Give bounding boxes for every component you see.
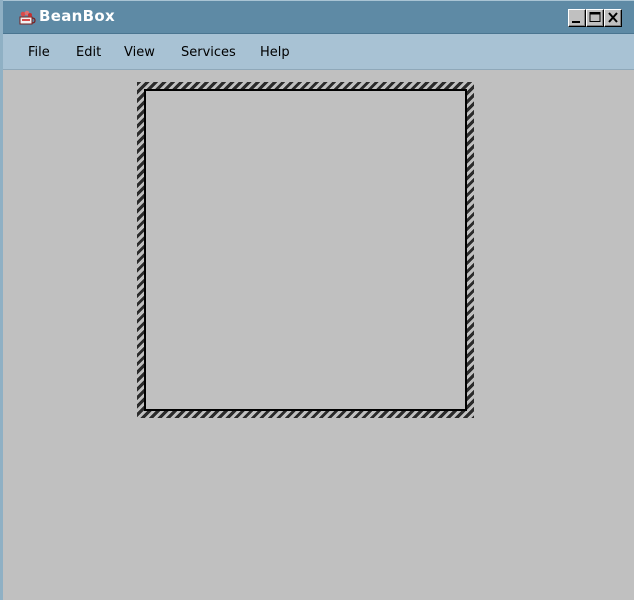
maximize-button[interactable] <box>586 9 604 27</box>
menu-help[interactable]: Help <box>260 45 290 60</box>
minimize-button[interactable] <box>568 9 586 27</box>
menu-file[interactable]: File <box>28 45 50 60</box>
menu-bar: File Edit View Services Help <box>3 34 634 70</box>
menu-services[interactable]: Services <box>181 45 236 60</box>
selected-bean-hatched-border[interactable] <box>137 82 474 418</box>
beanbox-canvas[interactable] <box>3 70 634 600</box>
minimize-icon <box>572 21 580 23</box>
beanbox-cup-icon[interactable] <box>18 8 36 26</box>
menu-view[interactable]: View <box>124 45 155 60</box>
close-icon <box>608 12 618 23</box>
title-bar[interactable]: BeanBox <box>3 0 634 34</box>
window-title: BeanBox <box>39 7 115 25</box>
maximize-icon <box>589 12 601 22</box>
bean-component[interactable] <box>144 89 467 411</box>
beanbox-window: BeanBox File Edit View Services Help <box>0 0 634 600</box>
close-button[interactable] <box>604 9 622 27</box>
menu-edit[interactable]: Edit <box>76 45 101 60</box>
